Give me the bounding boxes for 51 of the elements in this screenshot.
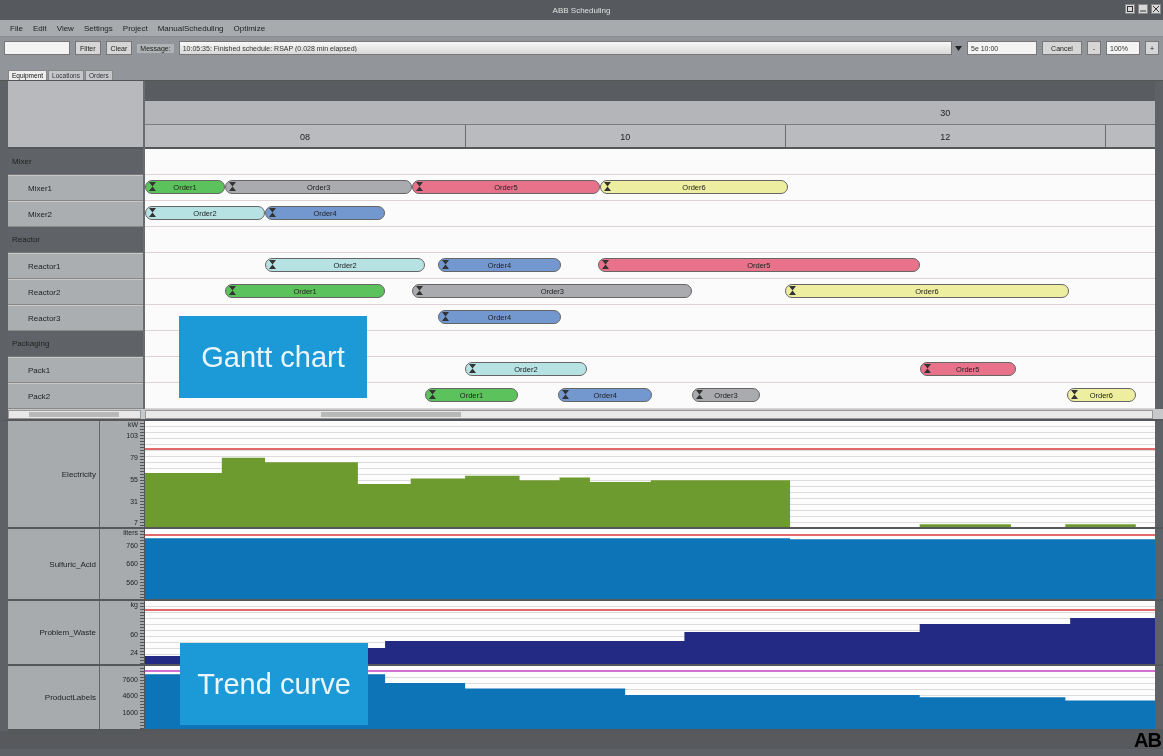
caret-icon[interactable]: [955, 45, 962, 51]
menu-item[interactable]: Settings: [83, 23, 113, 33]
hourglass-icon: [696, 390, 704, 399]
resource-label[interactable]: Reactor3: [8, 305, 143, 331]
hourglass-icon: [149, 208, 156, 217]
window-title: ABB Scheduling: [552, 5, 611, 15]
menu-item[interactable]: View: [56, 23, 74, 33]
horizontal-scrollbar[interactable]: [8, 410, 141, 419]
hourglass-icon: [149, 182, 156, 191]
trend-curve-callout: Trend curve: [180, 643, 368, 725]
filter-field[interactable]: [4, 41, 70, 55]
hourglass-icon: [1070, 390, 1078, 399]
day-label: 30: [940, 108, 951, 118]
resource-label[interactable]: Reactor1: [8, 253, 143, 279]
resource-label[interactable]: Reactor2: [8, 279, 143, 305]
hourglass-icon: [269, 260, 277, 269]
hourglass-icon: [923, 364, 931, 373]
trend-label: Problem_Waste: [39, 628, 96, 637]
menu-item[interactable]: Project: [122, 23, 148, 33]
menu-item[interactable]: ManualScheduling: [157, 23, 224, 33]
hourglass-icon: [603, 182, 611, 191]
hour-label: 08: [300, 132, 311, 142]
resource-label[interactable]: Mixer2: [8, 201, 143, 227]
hourglass-icon: [601, 260, 609, 269]
hourglass-icon: [789, 286, 797, 295]
restore-icon[interactable]: [1125, 4, 1135, 14]
hourglass-icon: [416, 182, 424, 191]
resource-label[interactable]: Pack1: [8, 357, 143, 383]
hourglass-icon: [229, 286, 237, 295]
hourglass-icon: [441, 312, 449, 321]
trend-label: ProductLabels: [44, 693, 96, 702]
gantt-chart-callout: Gantt chart: [179, 316, 367, 398]
hourglass-icon: [469, 364, 477, 373]
trend-label: Sulfuric_Acid: [49, 559, 96, 569]
logo: AB: [1134, 731, 1161, 749]
resource-label[interactable]: Mixer1: [8, 175, 143, 201]
horizontal-scrollbar[interactable]: [145, 410, 1153, 419]
resource-label[interactable]: Pack2: [8, 383, 143, 409]
menu-item[interactable]: Optimize: [233, 23, 266, 33]
close-icon[interactable]: [1151, 4, 1161, 14]
hour-label: 12: [940, 132, 951, 142]
hourglass-icon: [416, 286, 424, 295]
hourglass-icon: [441, 260, 449, 269]
hourglass-icon: [561, 390, 569, 399]
menu-item[interactable]: Edit: [32, 23, 47, 33]
hour-label: 10: [620, 132, 631, 142]
menu-item[interactable]: File: [10, 23, 23, 33]
hourglass-icon: [429, 390, 437, 399]
hourglass-icon: [229, 182, 237, 191]
trend-label: Electricity: [61, 469, 96, 479]
hourglass-icon: [269, 208, 277, 217]
